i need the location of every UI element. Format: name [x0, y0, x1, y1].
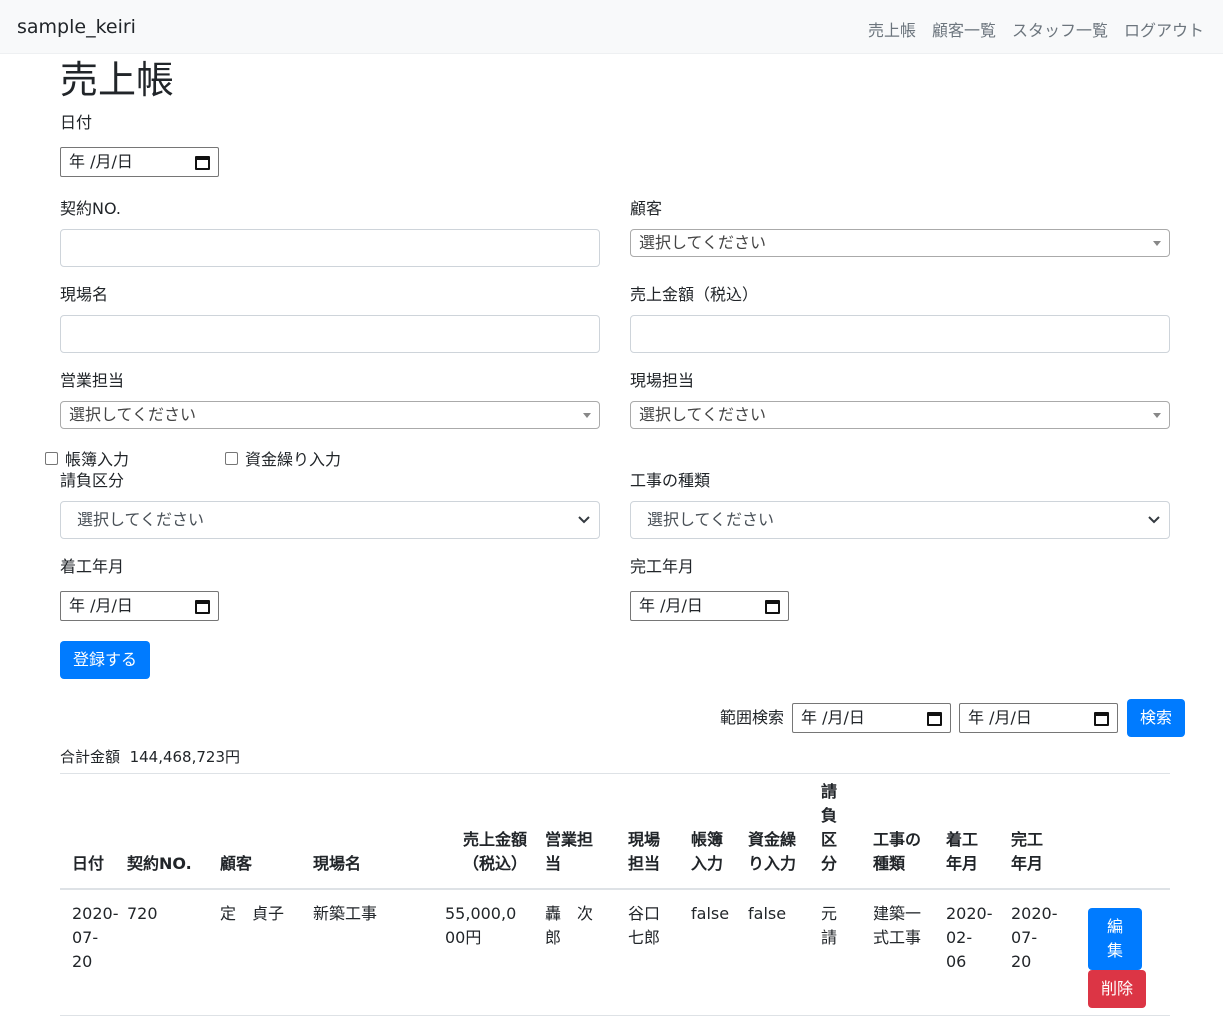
ledger-checkbox-label: 帳簿入力: [65, 450, 130, 469]
cell-work-type: 建築一式工事: [873, 889, 946, 1016]
sales-amount-label: 売上金額（税込）: [630, 285, 759, 304]
range-search-label: 範囲検索: [720, 708, 785, 727]
customer-select[interactable]: 選択してください: [630, 229, 1170, 257]
column-header-sales-amount: 売上金額（税込）: [445, 780, 545, 890]
cell-start-month: 2020-02-06: [946, 889, 1011, 1016]
register-button[interactable]: 登録する: [60, 641, 150, 679]
end-month-input-text: 年 /月/日: [639, 596, 703, 615]
end-month-input[interactable]: 年 /月/日: [630, 591, 789, 621]
cell-site-staff: 谷口 七郎: [628, 889, 691, 1016]
chevron-down-icon: [1148, 516, 1160, 524]
range-from-input-text: 年 /月/日: [801, 708, 865, 727]
work-type-label: 工事の種類: [630, 471, 711, 490]
column-header-site-name: 現場名: [313, 780, 445, 890]
nav-link-customer-list[interactable]: 顧客一覧: [932, 17, 996, 41]
date-label: 日付: [60, 113, 93, 132]
calendar-icon[interactable]: [195, 154, 210, 170]
nav-link-logout[interactable]: ログアウト: [1124, 17, 1204, 41]
delete-button[interactable]: 削除: [1088, 970, 1146, 1008]
search-button[interactable]: 検索: [1127, 699, 1185, 737]
dropdown-arrow-icon: [583, 413, 591, 418]
cell-ledger: false: [691, 889, 748, 1016]
cell-contract-no: 720: [127, 889, 220, 1016]
edit-button[interactable]: 編集: [1088, 908, 1142, 970]
total-amount-value: 144,468,723円: [129, 748, 240, 766]
column-header-customer: 顧客: [220, 780, 313, 890]
contract-no-label: 契約NO.: [60, 199, 122, 218]
site-staff-select-value: 選択してください: [639, 405, 767, 424]
cell-cashflow: false: [748, 889, 821, 1016]
start-month-label: 着工年月: [60, 557, 125, 576]
ledger-checkbox-row: 帳簿入力: [45, 446, 129, 470]
chevron-down-icon: [578, 516, 590, 524]
range-to-input-text: 年 /月/日: [968, 708, 1032, 727]
range-from-input[interactable]: 年 /月/日: [792, 703, 951, 733]
nav-link-sales-ledger[interactable]: 売上帳: [868, 17, 916, 41]
customer-label: 顧客: [630, 199, 663, 218]
nav-links: 売上帳 顧客一覧 スタッフ一覧 ログアウト: [868, 17, 1204, 41]
contract-type-select-value: 選択してください: [77, 510, 205, 529]
divider: [60, 773, 1170, 774]
cashflow-checkbox-label: 資金繰り入力: [245, 450, 342, 469]
site-staff-label: 現場担当: [630, 371, 695, 390]
calendar-icon[interactable]: [1094, 710, 1109, 726]
column-header-actions: [1076, 780, 1170, 890]
column-header-sales-staff: 営業担当: [545, 780, 628, 890]
page-title: 売上帳: [60, 58, 175, 102]
range-to-input[interactable]: 年 /月/日: [959, 703, 1118, 733]
navbar: sample_keiri 売上帳 顧客一覧 スタッフ一覧 ログアウト: [0, 0, 1223, 54]
column-header-contract-no: 契約NO.: [127, 780, 220, 890]
cell-end-month: 2020-07-20: [1011, 889, 1076, 1016]
date-input-text: 年 /月/日: [69, 152, 133, 171]
cashflow-checkbox[interactable]: [225, 451, 238, 465]
start-month-input[interactable]: 年 /月/日: [60, 591, 219, 621]
site-staff-select[interactable]: 選択してください: [630, 401, 1170, 429]
column-header-end-month: 完工年月: [1011, 780, 1076, 890]
customer-select-value: 選択してください: [639, 233, 767, 252]
contract-no-input[interactable]: [60, 229, 600, 267]
total-amount-label: 合計金額: [60, 748, 121, 766]
dropdown-arrow-icon: [1153, 413, 1161, 418]
table-header-row: 日付 契約NO. 顧客 現場名 売上金額（税込） 営業担当 現場担当 帳簿入力 …: [60, 780, 1170, 890]
calendar-icon[interactable]: [765, 598, 780, 614]
work-type-select-value: 選択してください: [647, 510, 775, 529]
column-header-start-month: 着工年月: [946, 780, 1011, 890]
column-header-contract-type: 請負区分: [821, 780, 873, 890]
dropdown-arrow-icon: [1153, 241, 1161, 246]
column-header-date: 日付: [60, 780, 127, 890]
cell-customer: 定 貞子: [220, 889, 313, 1016]
start-month-input-text: 年 /月/日: [69, 596, 133, 615]
sales-staff-select-value: 選択してください: [69, 405, 197, 424]
contract-type-select[interactable]: 選択してください: [60, 501, 600, 539]
brand-link[interactable]: sample_keiri: [17, 16, 136, 38]
sales-amount-input[interactable]: [630, 315, 1170, 353]
nav-link-staff-list[interactable]: スタッフ一覧: [1012, 17, 1108, 41]
sales-staff-select[interactable]: 選択してください: [60, 401, 600, 429]
cell-amount: 55,000,000円: [445, 889, 545, 1016]
cell-contract-type: 元請: [821, 889, 873, 1016]
site-name-input[interactable]: [60, 315, 600, 353]
cell-site-name: 新築工事: [313, 889, 445, 1016]
table-row: 2020-07-20 720 定 貞子 新築工事 55,000,000円 轟 次…: [60, 889, 1170, 1016]
sales-table: 日付 契約NO. 顧客 現場名 売上金額（税込） 営業担当 現場担当 帳簿入力 …: [60, 780, 1170, 1016]
column-header-ledger: 帳簿入力: [691, 780, 748, 890]
calendar-icon[interactable]: [195, 598, 210, 614]
date-input[interactable]: 年 /月/日: [60, 147, 219, 177]
total-amount: 合計金額 144,468,723円: [60, 746, 240, 768]
column-header-site-staff: 現場担当: [628, 780, 691, 890]
site-name-label: 現場名: [60, 285, 109, 304]
sales-staff-label: 営業担当: [60, 371, 125, 390]
calendar-icon[interactable]: [927, 710, 942, 726]
end-month-label: 完工年月: [630, 557, 695, 576]
cell-sales-staff: 轟 次郎: [545, 889, 628, 1016]
ledger-checkbox[interactable]: [45, 451, 58, 465]
column-header-cashflow: 資金繰り入力: [748, 780, 821, 890]
work-type-select[interactable]: 選択してください: [630, 501, 1170, 539]
cashflow-checkbox-row: 資金繰り入力: [225, 446, 341, 470]
contract-type-label: 請負区分: [60, 471, 125, 490]
cell-date: 2020-07-20: [60, 889, 127, 1016]
column-header-work-type: 工事の種類: [873, 780, 946, 890]
